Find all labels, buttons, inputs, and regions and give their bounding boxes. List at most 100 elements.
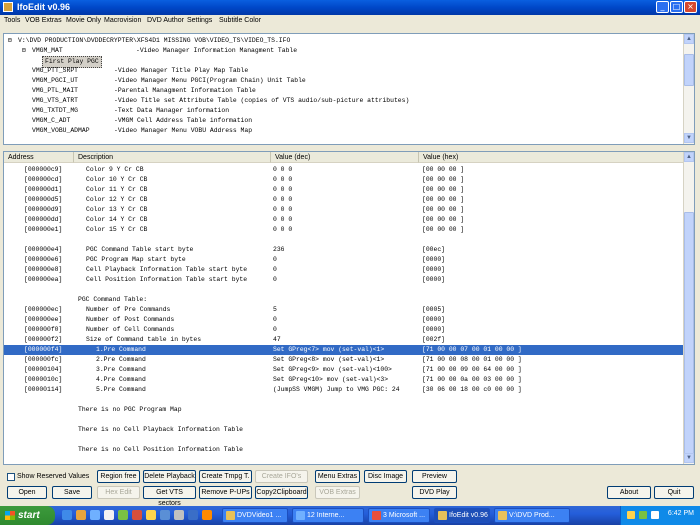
tree-scrollbar[interactable]: ▲ ▼ [683, 34, 694, 144]
collapse-icon[interactable]: ⊟ [22, 46, 26, 56]
maximize-button[interactable]: □ [670, 1, 683, 13]
ifo-data-list[interactable]: Address Description Value (dec) Value (h… [3, 151, 695, 465]
scroll-down-icon[interactable]: ▼ [684, 133, 694, 143]
column-header-value-hex[interactable]: Value (hex) [419, 152, 685, 163]
title-bar[interactable]: IfoEdit v0.96 _ □ × [0, 0, 700, 15]
menu-settings[interactable]: Settings [187, 17, 212, 24]
table-row[interactable] [4, 415, 685, 425]
scroll-up-icon[interactable]: ▲ [684, 152, 694, 162]
menu-extras-button[interactable]: Menu Extras [315, 470, 360, 483]
dvd-play-button[interactable]: DVD Play [412, 486, 457, 499]
task-internet[interactable]: 12 Interne... [292, 508, 364, 523]
quit-button[interactable]: Quit [654, 486, 694, 499]
table-row[interactable]: There is no Cell Playback Information Ta… [4, 425, 685, 435]
quicklaunch-app-icon[interactable] [202, 510, 212, 520]
tree-item[interactable]: ⊟ VMGM_MAT -Video Manager Information Ma… [22, 46, 297, 56]
about-button[interactable]: About [607, 486, 651, 499]
table-row[interactable]: [00000104] 3.Pre Command Set GPreg<9> mov … [4, 365, 685, 375]
close-button[interactable]: × [684, 1, 697, 13]
quicklaunch-app-icon[interactable] [118, 510, 128, 520]
delete-playback-button[interactable]: Delete Playback [143, 470, 196, 483]
quicklaunch-app-icon[interactable] [104, 510, 114, 520]
tree-item[interactable]: VMGM_PGCI_UT -Video Manager Menu PGCI(Pr… [32, 76, 306, 86]
quicklaunch-app-icon[interactable] [160, 510, 170, 520]
create-tmpg-button[interactable]: Create Tmpg T. [199, 470, 252, 483]
menu-macrovision[interactable]: Macrovision [104, 17, 141, 24]
tree-item[interactable]: VMGM_C_ADT -VMGM Cell Address Table info… [32, 116, 252, 126]
table-row[interactable]: [000000dd] Color 14 Y Cr CB 0 0 0 [00 00 00… [4, 215, 685, 225]
tree-item[interactable]: VMG_PTL_MAIT -Parental Managment Informa… [32, 86, 256, 96]
tree-item[interactable]: VMG_VTS_ATRT -Video Title set Attribute … [32, 96, 409, 106]
tray-icon[interactable] [639, 511, 647, 519]
minimize-button[interactable]: _ [656, 1, 669, 13]
open-button[interactable]: Open [7, 486, 47, 499]
volume-icon[interactable] [651, 511, 659, 519]
ifo-structure-tree[interactable]: ⊟ V:\DVD PRODUCTION\DVDDECRYPTER\XFS4D1 … [3, 33, 695, 145]
quicklaunch-ie-icon[interactable] [62, 510, 72, 520]
task-microsoft[interactable]: 3 Microsoft ... [368, 508, 430, 523]
table-row[interactable] [4, 395, 685, 405]
table-row[interactable]: [000000e1] Color 15 Y Cr CB 0 0 0 [00 00 00… [4, 225, 685, 235]
table-row[interactable] [4, 235, 685, 245]
task-folder[interactable]: V:\DVD Prod... [494, 508, 570, 523]
get-vts-sectors-button[interactable]: Get VTS sectors [143, 486, 196, 507]
task-ifoedit[interactable]: IfoEdit v0.96 [434, 508, 490, 523]
tree-item[interactable]: VMGM_VOBU_ADMAP -Video Manager Menu VOBU… [32, 126, 252, 136]
scroll-up-icon[interactable]: ▲ [684, 34, 694, 44]
region-free-button[interactable]: Region free [97, 470, 140, 483]
quicklaunch-app-icon[interactable] [132, 510, 142, 520]
menu-dvd-author[interactable]: DVD Author [147, 17, 184, 24]
table-row[interactable]: [00000114] 5.Pre Command (JumpSS VMGM) Jum… [4, 385, 685, 395]
table-row[interactable]: There is no PGC Program Map [4, 405, 685, 415]
list-scrollbar[interactable]: ▲ ▼ [683, 152, 694, 464]
table-row[interactable]: [000000ee] Number of Post Commands 0 [0000] [4, 315, 685, 325]
tree-root[interactable]: ⊟ V:\DVD PRODUCTION\DVDDECRYPTER\XFS4D1 … [8, 36, 290, 46]
task-dvdvideo[interactable]: DVDVideo1 ... [222, 508, 288, 523]
table-row[interactable]: [000000ea] Cell Position Information Tabl… [4, 275, 685, 285]
tree-item[interactable]: VMG_TXTDT_MG -Text Data Manager informat… [32, 106, 229, 116]
table-row[interactable]: [000000d5] Color 12 Y Cr CB 0 0 0 [00 00 00… [4, 195, 685, 205]
scroll-thumb[interactable] [684, 54, 694, 86]
tray-icon[interactable] [627, 511, 635, 519]
collapse-icon[interactable]: ⊟ [8, 36, 12, 46]
quicklaunch-folder-icon[interactable] [76, 510, 86, 520]
menu-movie-only[interactable]: Movie Only [66, 17, 101, 24]
disc-image-button[interactable]: Disc Image [364, 470, 407, 483]
table-row[interactable]: There is no Cell Position Information Ta… [4, 445, 685, 455]
column-header-description[interactable]: Description [74, 152, 271, 163]
table-row[interactable]: [000000d1] Color 11 Y Cr CB 0 0 0 [00 00 00… [4, 185, 685, 195]
table-row[interactable]: [000000e6] PGC Program Map start byte 0 [00… [4, 255, 685, 265]
start-button[interactable]: start [0, 506, 55, 525]
vob-extras-button[interactable]: VOB Extras [315, 486, 360, 499]
table-row[interactable]: [000000f4] 1.Pre Command Set GPreg<7> mov … [4, 345, 685, 355]
save-button[interactable]: Save [52, 486, 92, 499]
table-row[interactable]: [0000010c] 4.Pre Command Set GPreg<10> mov… [4, 375, 685, 385]
table-row[interactable]: [000000e8] Cell Playback Information Tabl… [4, 265, 685, 275]
table-row[interactable]: [000000f0] Number of Cell Commands 0 [0000] [4, 325, 685, 335]
column-header-value-dec[interactable]: Value (dec) [271, 152, 419, 163]
quicklaunch-app-icon[interactable] [174, 510, 184, 520]
table-row[interactable]: [000000fc] 2.Pre Command Set GPreg<8> mov … [4, 355, 685, 365]
column-header-address[interactable]: Address [4, 152, 74, 163]
show-reserved-checkbox[interactable] [7, 473, 15, 481]
scroll-thumb[interactable] [684, 212, 694, 462]
quicklaunch-app-icon[interactable] [146, 510, 156, 520]
scroll-down-icon[interactable]: ▼ [684, 453, 694, 463]
table-row[interactable]: [000000e4] PGC Command Table start byte 23… [4, 245, 685, 255]
quicklaunch-app-icon[interactable] [188, 510, 198, 520]
hex-edit-button[interactable]: Hex Edit [97, 486, 140, 499]
menu-tools[interactable]: Tools [4, 17, 20, 24]
quicklaunch-desktop-icon[interactable] [90, 510, 100, 520]
table-row[interactable]: PGC Command Table: [4, 295, 685, 305]
table-row[interactable]: [000000f2] Size of Command table in bytes… [4, 335, 685, 345]
table-row[interactable] [4, 285, 685, 295]
table-row[interactable]: [000000ec] Number of Pre Commands 5 [0005] [4, 305, 685, 315]
table-row[interactable] [4, 435, 685, 445]
tree-item[interactable]: VMG_PTT_SRPT -Video Manager Title Play M… [32, 66, 248, 76]
remove-pups-button[interactable]: Remove P-UPs [199, 486, 252, 499]
copy-to-clipboard-button[interactable]: Copy2Clipboard [255, 486, 308, 499]
create-ifos-button[interactable]: Create IFO's [255, 470, 308, 483]
menu-subtitle-color[interactable]: Subtitle Color [219, 17, 261, 24]
table-row[interactable]: [000000c9] Color 9 Y Cr CB 0 0 0 [00 00 00 … [4, 165, 685, 175]
table-row[interactable]: [000000cd] Color 10 Y Cr CB 0 0 0 [00 00 00… [4, 175, 685, 185]
